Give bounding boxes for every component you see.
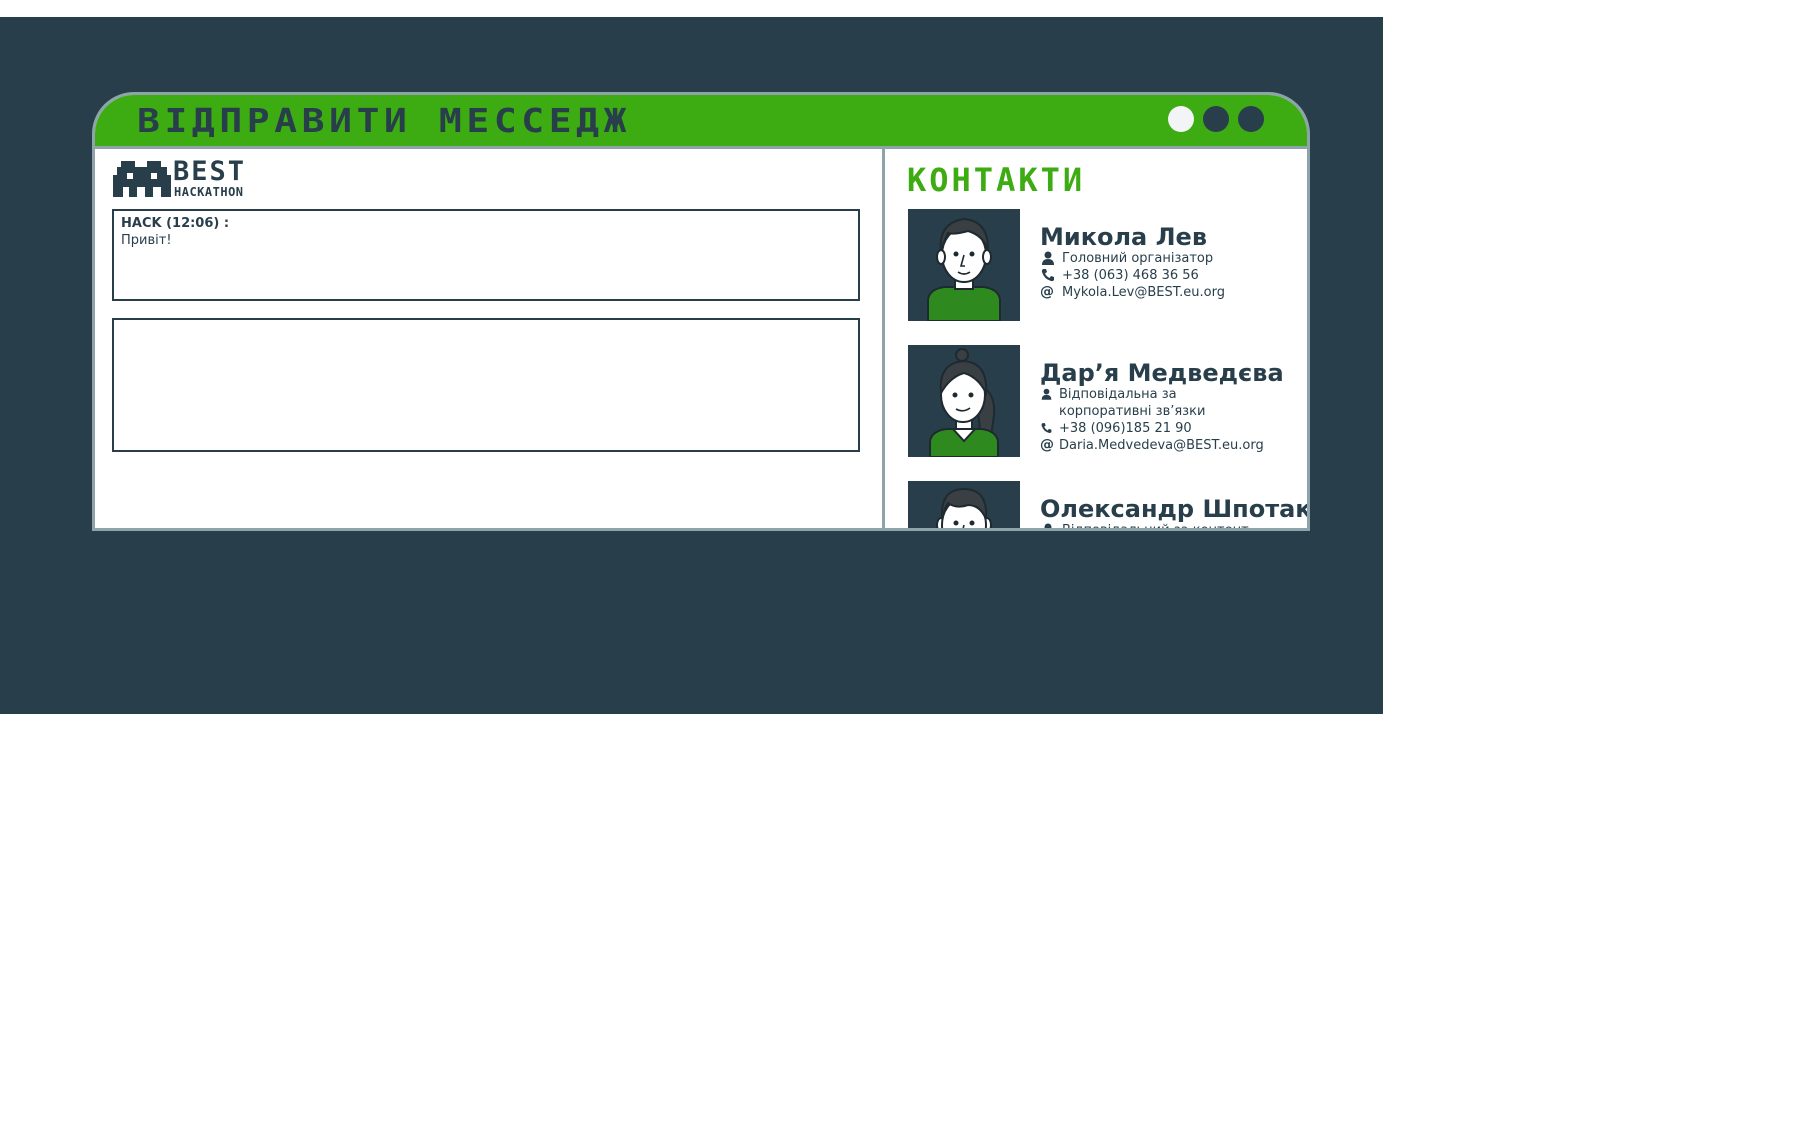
contact-role-text: корпоративні зв’язки bbox=[1059, 404, 1206, 419]
contact-role: Відповідальна за bbox=[1040, 386, 1177, 403]
chat-message: HACK (12:06) : Привіт! bbox=[121, 215, 851, 249]
message-author: HACK (12:06) : bbox=[121, 216, 230, 231]
contact-phone[interactable]: +38 (096)185 21 90 bbox=[1040, 420, 1192, 437]
male-avatar-icon bbox=[936, 487, 992, 528]
avatar bbox=[908, 481, 1020, 528]
window-titlebar: Відправити месседж bbox=[95, 95, 1307, 149]
phone-icon bbox=[1041, 269, 1054, 282]
contact-role-text: Відповідальна за bbox=[1059, 387, 1177, 402]
person-icon bbox=[1041, 388, 1052, 400]
contact-role-continued: корпоративні зв’язки bbox=[1059, 403, 1205, 420]
window-dot-light[interactable] bbox=[1168, 106, 1194, 132]
contacts-pane: Контакти Микола Лев bbox=[885, 149, 1307, 528]
contact-name: Олександр Шпотак bbox=[1040, 495, 1307, 523]
at-icon: @ bbox=[1040, 437, 1054, 453]
contact-email-text: Daria.Medvedeva@BEST.eu.org bbox=[1059, 438, 1264, 453]
space-invader-icon bbox=[113, 161, 171, 197]
message-input[interactable] bbox=[112, 318, 860, 452]
window-dot-dark[interactable] bbox=[1238, 106, 1264, 132]
message-text: Привіт! bbox=[121, 233, 172, 248]
contact-role: Відповідальний за контент bbox=[1040, 522, 1249, 528]
contact-card: Микола Лев Головний організатор +38 (063… bbox=[908, 209, 1298, 322]
female-avatar-icon bbox=[929, 348, 999, 458]
logo-hackathon-text: HACKATHON bbox=[174, 185, 244, 199]
chat-pane: BEST HACKATHON HACK (12:06) : Привіт! bbox=[95, 149, 884, 528]
contact-phone-text: +38 (063) 468 36 56 bbox=[1062, 268, 1199, 283]
contact-email[interactable]: @ Mykola.Lev@BEST.eu.org bbox=[1040, 284, 1225, 301]
phone-icon bbox=[1041, 423, 1052, 433]
person-icon bbox=[1044, 523, 1052, 528]
contact-name: Микола Лев bbox=[1040, 223, 1208, 251]
contact-email[interactable]: @ Daria.Medvedeva@BEST.eu.org bbox=[1040, 437, 1264, 454]
contact-card: Дар’я Медведєва Відповідальна за корпора… bbox=[908, 345, 1298, 458]
contacts-title: Контакти bbox=[907, 161, 1086, 199]
at-icon: @ bbox=[1040, 284, 1054, 300]
contact-name: Дар’я Медведєва bbox=[1040, 359, 1284, 387]
chat-log: HACK (12:06) : Привіт! bbox=[112, 209, 860, 301]
window-dot-dark[interactable] bbox=[1203, 106, 1229, 132]
contact-email-text: Mykola.Lev@BEST.eu.org bbox=[1062, 285, 1225, 300]
contact-role-text: Головний організатор bbox=[1062, 251, 1214, 266]
window-title: Відправити месседж bbox=[137, 101, 632, 140]
contact-phone-text: +38 (096)185 21 90 bbox=[1059, 421, 1192, 436]
male-avatar-icon bbox=[927, 217, 1001, 322]
person-icon bbox=[1042, 251, 1054, 265]
contact-role: Головний організатор bbox=[1040, 250, 1213, 267]
logo-best-text: BEST bbox=[173, 156, 247, 187]
contact-phone[interactable]: +38 (063) 468 36 56 bbox=[1040, 267, 1199, 284]
avatar bbox=[908, 345, 1020, 458]
contact-role-text: Відповідальний за контент bbox=[1062, 522, 1249, 528]
message-window: Відправити месседж bbox=[92, 92, 1310, 531]
contact-card: Олександр Шпотак Відповідальний за конте… bbox=[908, 481, 1307, 528]
avatar bbox=[908, 209, 1020, 322]
best-hackathon-logo: BEST HACKATHON bbox=[113, 157, 268, 202]
